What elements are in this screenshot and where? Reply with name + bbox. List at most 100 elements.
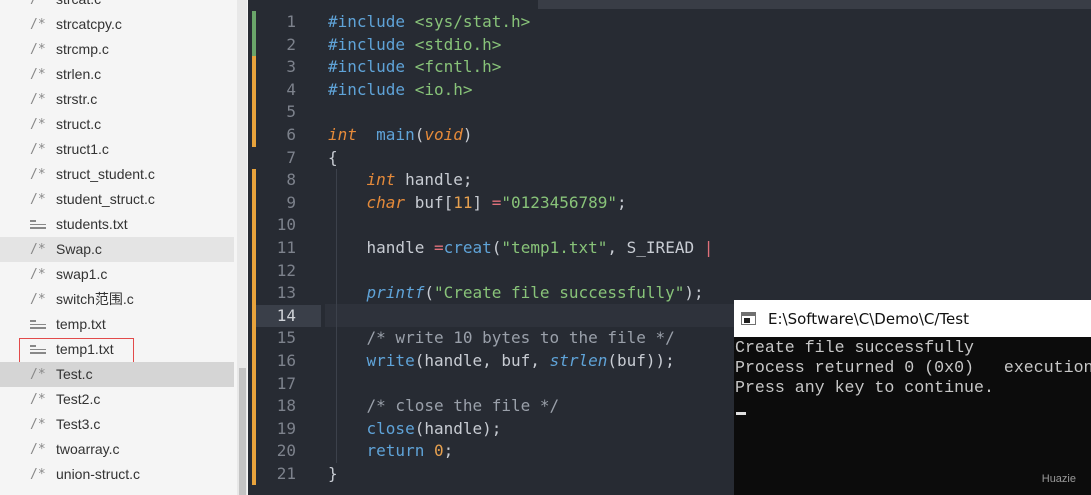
file-item[interactable]: /* strcmp.c — [0, 37, 234, 62]
file-item[interactable]: students.txt — [0, 212, 234, 237]
console-app-icon — [741, 312, 756, 325]
file-item[interactable]: /* struct_student.c — [0, 162, 234, 187]
gutter-line: 9 — [252, 191, 321, 215]
code-token: "0123456789" — [501, 192, 617, 212]
c-file-icon: /* — [30, 0, 48, 12]
file-item[interactable]: /* swap1.c — [0, 262, 234, 287]
line-number: 1 — [286, 12, 296, 31]
file-item[interactable]: /* struct1.c — [0, 137, 234, 162]
file-item[interactable]: /* strcatcpy.c — [0, 12, 234, 37]
code-token: ; — [443, 441, 454, 461]
file-item[interactable]: /* Test3.c — [0, 412, 234, 437]
code-line: #include <fcntl.h> — [328, 56, 713, 79]
code-token: , S_IREAD — [607, 237, 704, 257]
gutter-line: 16 — [252, 349, 321, 373]
line-number: 17 — [276, 373, 296, 393]
file-name: student_struct.c — [56, 191, 155, 207]
text-file-icon — [30, 220, 46, 230]
line-number: 14 — [276, 305, 296, 325]
sidebar-scrollbar-thumb[interactable] — [239, 368, 246, 495]
file-item[interactable]: temp1.txt — [0, 337, 234, 364]
file-name: strcat.c — [56, 0, 101, 12]
code-token: void — [424, 124, 463, 144]
gutter-line: 7 — [252, 147, 321, 170]
code-token: #include — [328, 12, 415, 31]
code-token: 11 — [453, 192, 473, 212]
file-item[interactable]: temp.txt — [0, 312, 234, 337]
line-number: 13 — [276, 283, 296, 303]
file-name: temp.txt — [56, 316, 106, 332]
line-number: 3 — [286, 57, 296, 77]
text-file-icon — [30, 320, 46, 330]
code-token: <fcntl.h> — [414, 57, 502, 77]
code-token: ; — [617, 192, 627, 212]
code-token: strlen — [549, 350, 608, 370]
gutter-line: 14 — [252, 304, 321, 328]
code-token: = — [433, 237, 444, 257]
file-item[interactable]: /* strcat.c — [0, 0, 234, 12]
console-title: E:\Software\C\Demo\C/Test — [768, 310, 969, 328]
code-line: write(handle, buf, strlen(buf)); — [328, 350, 713, 373]
c-file-icon: /* — [30, 292, 46, 307]
c-file-icon: /* — [30, 417, 46, 432]
console-output: Create file successfully Process returned… — [735, 338, 1091, 398]
code-token: close — [366, 418, 415, 438]
code-token: ( — [414, 124, 425, 144]
code-token: handle — [328, 237, 434, 257]
console-titlebar[interactable]: E:\Software\C\Demo\C/Test — [734, 300, 1091, 337]
c-file-icon: /* — [30, 367, 46, 382]
code-token: { — [328, 147, 338, 167]
gutter-line: 12 — [252, 259, 321, 283]
file-name: struct1.c — [56, 141, 109, 157]
code-line: char buf[11] ="0123456789"; — [328, 192, 713, 215]
c-file-icon: /* — [30, 117, 46, 132]
code-token: = — [491, 192, 502, 212]
code-token: /* write 10 bytes to the file */ — [366, 328, 675, 348]
console-output-line: Create file successfully — [735, 338, 974, 357]
gutter-line: 18 — [252, 395, 321, 418]
highlight-box — [19, 338, 134, 364]
console-window[interactable]: E:\Software\C\Demo\C/Test Create file su… — [734, 300, 1091, 495]
file-item[interactable]: /* Test2.c — [0, 387, 234, 412]
file-name: strstr.c — [56, 91, 98, 107]
line-number: 5 — [286, 102, 296, 122]
file-item[interactable]: /* strstr.c — [0, 87, 234, 112]
gutter-line: 2 — [252, 33, 321, 57]
code-token: #include — [328, 79, 415, 99]
c-file-icon: /* — [30, 392, 46, 407]
code-token: | — [703, 237, 714, 257]
code-line: /* write 10 bytes to the file */ — [328, 327, 713, 350]
line-number: 6 — [286, 124, 296, 144]
code-token: char — [366, 192, 406, 212]
code-token: #include — [328, 34, 415, 54]
file-item[interactable]: /* union-struct.c — [0, 462, 234, 487]
file-item[interactable]: /* Swap.c — [0, 237, 234, 262]
file-item[interactable]: /* twoarray.c — [0, 437, 234, 462]
line-number: 12 — [276, 260, 296, 280]
code-area[interactable]: #include <sys/stat.h> #include <stdio.h> #… — [328, 11, 713, 485]
line-number: 18 — [276, 396, 296, 416]
file-item[interactable]: /* strlen.c — [0, 62, 234, 87]
file-item[interactable]: /* student_struct.c — [0, 187, 234, 212]
code-token: printf — [366, 283, 425, 303]
gutter-line: 6 — [252, 123, 321, 147]
code-token: ( — [424, 283, 434, 303]
file-item[interactable]: /* switch范围.c — [0, 287, 234, 312]
code-token: "temp1.txt" — [501, 237, 608, 257]
code-token: ( — [491, 237, 502, 257]
code-line: return 0; — [328, 440, 713, 463]
file-item[interactable]: /* Test.c — [0, 362, 234, 387]
file-item[interactable]: /* struct.c — [0, 112, 234, 137]
file-name: strlen.c — [56, 66, 102, 82]
line-number: 21 — [276, 463, 296, 483]
file-name: students.txt — [56, 216, 128, 232]
gutter-line: 8 — [252, 169, 321, 192]
gutter-line: 13 — [252, 282, 321, 305]
